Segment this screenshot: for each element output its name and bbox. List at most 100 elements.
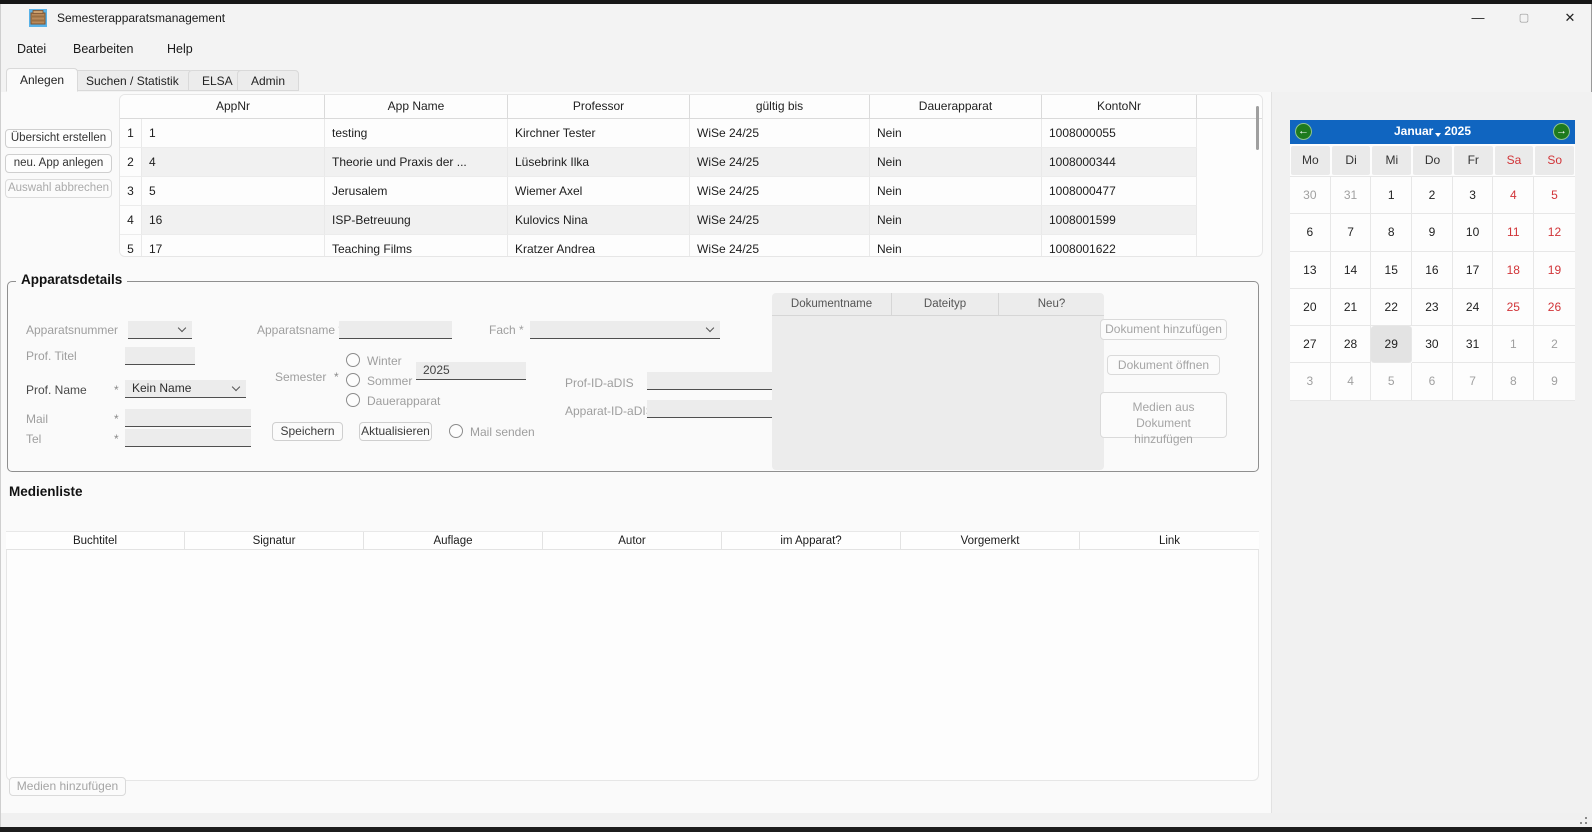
calendar-day[interactable]: 1: [1371, 177, 1412, 214]
table-cell[interactable]: Kirchner Tester: [508, 119, 690, 148]
semester-year-input[interactable]: 2025: [416, 362, 526, 380]
calendar-day[interactable]: 16: [1412, 252, 1453, 289]
table-row[interactable]: 517Teaching FilmsKratzer AndreaWiSe 24/2…: [120, 235, 1262, 257]
menu-datei[interactable]: Datei: [13, 40, 50, 58]
table-cell[interactable]: Wiemer Axel: [508, 177, 690, 206]
calendar-day[interactable]: 18: [1493, 252, 1534, 289]
calendar-day[interactable]: 6: [1412, 363, 1453, 400]
column-header-g-ltig-bis[interactable]: gültig bis: [690, 95, 870, 118]
table-row[interactable]: 416ISP-BetreuungKulovics NinaWiSe 24/25N…: [120, 206, 1262, 235]
table-cell[interactable]: Nein: [870, 177, 1042, 206]
calendar-day[interactable]: 4: [1493, 177, 1534, 214]
tab-admin[interactable]: Admin: [237, 70, 299, 91]
uebersicht-erstellen-button[interactable]: Übersicht erstellen: [5, 129, 112, 148]
table-cell[interactable]: Nein: [870, 235, 1042, 257]
calendar-day[interactable]: 10: [1453, 214, 1494, 251]
calendar-day[interactable]: 2: [1534, 326, 1575, 363]
column-header-appnr[interactable]: AppNr: [142, 95, 325, 118]
calendar-day[interactable]: 24: [1453, 289, 1494, 326]
table-scrollbar[interactable]: [1256, 106, 1259, 150]
table-cell[interactable]: Jerusalem: [325, 177, 508, 206]
table-cell[interactable]: WiSe 24/25: [690, 148, 870, 177]
calendar-day[interactable]: 7: [1331, 214, 1372, 251]
calendar-day[interactable]: 31: [1453, 326, 1494, 363]
calendar-day[interactable]: 27: [1290, 326, 1331, 363]
tab-suchen-statistik[interactable]: Suchen / Statistik: [72, 70, 193, 91]
apparat-id-adis-input[interactable]: [647, 400, 775, 418]
table-row[interactable]: 35JerusalemWiemer AxelWiSe 24/25Nein1008…: [120, 177, 1262, 206]
table-cell[interactable]: 1008000344: [1042, 148, 1197, 177]
table-cell[interactable]: Kulovics Nina: [508, 206, 690, 235]
calendar-day[interactable]: 28: [1331, 326, 1372, 363]
table-cell[interactable]: ISP-Betreuung: [325, 206, 508, 235]
apparatsname-input[interactable]: [339, 321, 452, 339]
table-row[interactable]: 11testingKirchner TesterWiSe 24/25Nein10…: [120, 119, 1262, 148]
apparatsnummer-combobox[interactable]: [128, 321, 192, 339]
column-header-dauerapparat[interactable]: Dauerapparat: [870, 95, 1042, 118]
apparat-table[interactable]: AppNrApp NameProfessorgültig bisDauerapp…: [119, 94, 1263, 257]
calendar-day-today[interactable]: 29: [1371, 326, 1412, 363]
calendar-day[interactable]: 19: [1534, 252, 1575, 289]
table-cell[interactable]: 1008001622: [1042, 235, 1197, 257]
table-cell[interactable]: Theorie und Praxis der ...: [325, 148, 508, 177]
calendar-day[interactable]: 20: [1290, 289, 1331, 326]
mail-input[interactable]: [125, 409, 251, 427]
calendar-day[interactable]: 5: [1371, 363, 1412, 400]
fach-combobox[interactable]: [530, 321, 720, 339]
dauerapparat-radio[interactable]: [346, 393, 360, 407]
column-header-app-name[interactable]: App Name: [325, 95, 508, 118]
table-cell[interactable]: Nein: [870, 119, 1042, 148]
calendar-day[interactable]: 9: [1412, 214, 1453, 251]
table-cell[interactable]: Kratzer Andrea: [508, 235, 690, 257]
mail-senden-checkbox[interactable]: [449, 424, 463, 438]
table-cell[interactable]: WiSe 24/25: [690, 206, 870, 235]
calendar-day[interactable]: 15: [1371, 252, 1412, 289]
calendar-day[interactable]: 8: [1493, 363, 1534, 400]
dokument-oeffnen-button[interactable]: Dokument öffnen: [1107, 355, 1220, 375]
table-cell[interactable]: Teaching Films: [325, 235, 508, 257]
row-number-cell[interactable]: 4: [120, 206, 142, 235]
calendar-day[interactable]: 21: [1331, 289, 1372, 326]
table-row[interactable]: 24Theorie und Praxis der ...Lüsebrink Il…: [120, 148, 1262, 177]
medienliste-body[interactable]: [6, 550, 1259, 781]
menu-help[interactable]: Help: [163, 40, 197, 58]
table-cell[interactable]: 5: [142, 177, 325, 206]
calendar-day[interactable]: 14: [1331, 252, 1372, 289]
column-header-professor[interactable]: Professor: [508, 95, 690, 118]
dokument-hinzufuegen-button[interactable]: Dokument hinzufügen: [1100, 319, 1227, 340]
table-cell[interactable]: 1008000055: [1042, 119, 1197, 148]
winter-radio[interactable]: [346, 353, 360, 367]
table-cell[interactable]: Nein: [870, 206, 1042, 235]
table-cell[interactable]: WiSe 24/25: [690, 119, 870, 148]
calendar-day[interactable]: 4: [1331, 363, 1372, 400]
calendar-day[interactable]: 26: [1534, 289, 1575, 326]
minimize-button[interactable]: —: [1455, 4, 1501, 32]
medien-hinzufuegen-button[interactable]: Medien hinzufügen: [9, 777, 126, 796]
calendar-day[interactable]: 23: [1412, 289, 1453, 326]
menu-bearbeiten[interactable]: Bearbeiten: [69, 40, 137, 58]
calendar-day[interactable]: 1: [1493, 326, 1534, 363]
tel-input[interactable]: [125, 429, 251, 447]
medien-aus-dokument-button[interactable]: Medien aus Dokument hinzufügen: [1100, 392, 1227, 438]
table-cell[interactable]: Nein: [870, 148, 1042, 177]
table-cell[interactable]: 16: [142, 206, 325, 235]
calendar-day[interactable]: 12: [1534, 214, 1575, 251]
table-cell[interactable]: 1: [142, 119, 325, 148]
calendar-day[interactable]: 6: [1290, 214, 1331, 251]
prof-id-adis-input[interactable]: [647, 372, 775, 390]
row-number-cell[interactable]: 1: [120, 119, 142, 148]
dokumente-table[interactable]: Dokumentname Dateityp Neu?: [772, 293, 1104, 470]
close-button[interactable]: ✕: [1547, 4, 1592, 32]
auswahl-abbrechen-button[interactable]: Auswahl abbrechen: [5, 179, 112, 198]
calendar-day[interactable]: 30: [1412, 326, 1453, 363]
table-cell[interactable]: WiSe 24/25: [690, 177, 870, 206]
table-cell[interactable]: 1008000477: [1042, 177, 1197, 206]
sommer-radio[interactable]: [346, 373, 360, 387]
calendar-day[interactable]: 30: [1290, 177, 1331, 214]
tab-anlegen[interactable]: Anlegen: [6, 68, 78, 92]
table-cell[interactable]: 4: [142, 148, 325, 177]
calendar-day[interactable]: 11: [1493, 214, 1534, 251]
calendar-day[interactable]: 25: [1493, 289, 1534, 326]
calendar-day[interactable]: 13: [1290, 252, 1331, 289]
neu-app-anlegen-button[interactable]: neu. App anlegen: [5, 154, 112, 173]
